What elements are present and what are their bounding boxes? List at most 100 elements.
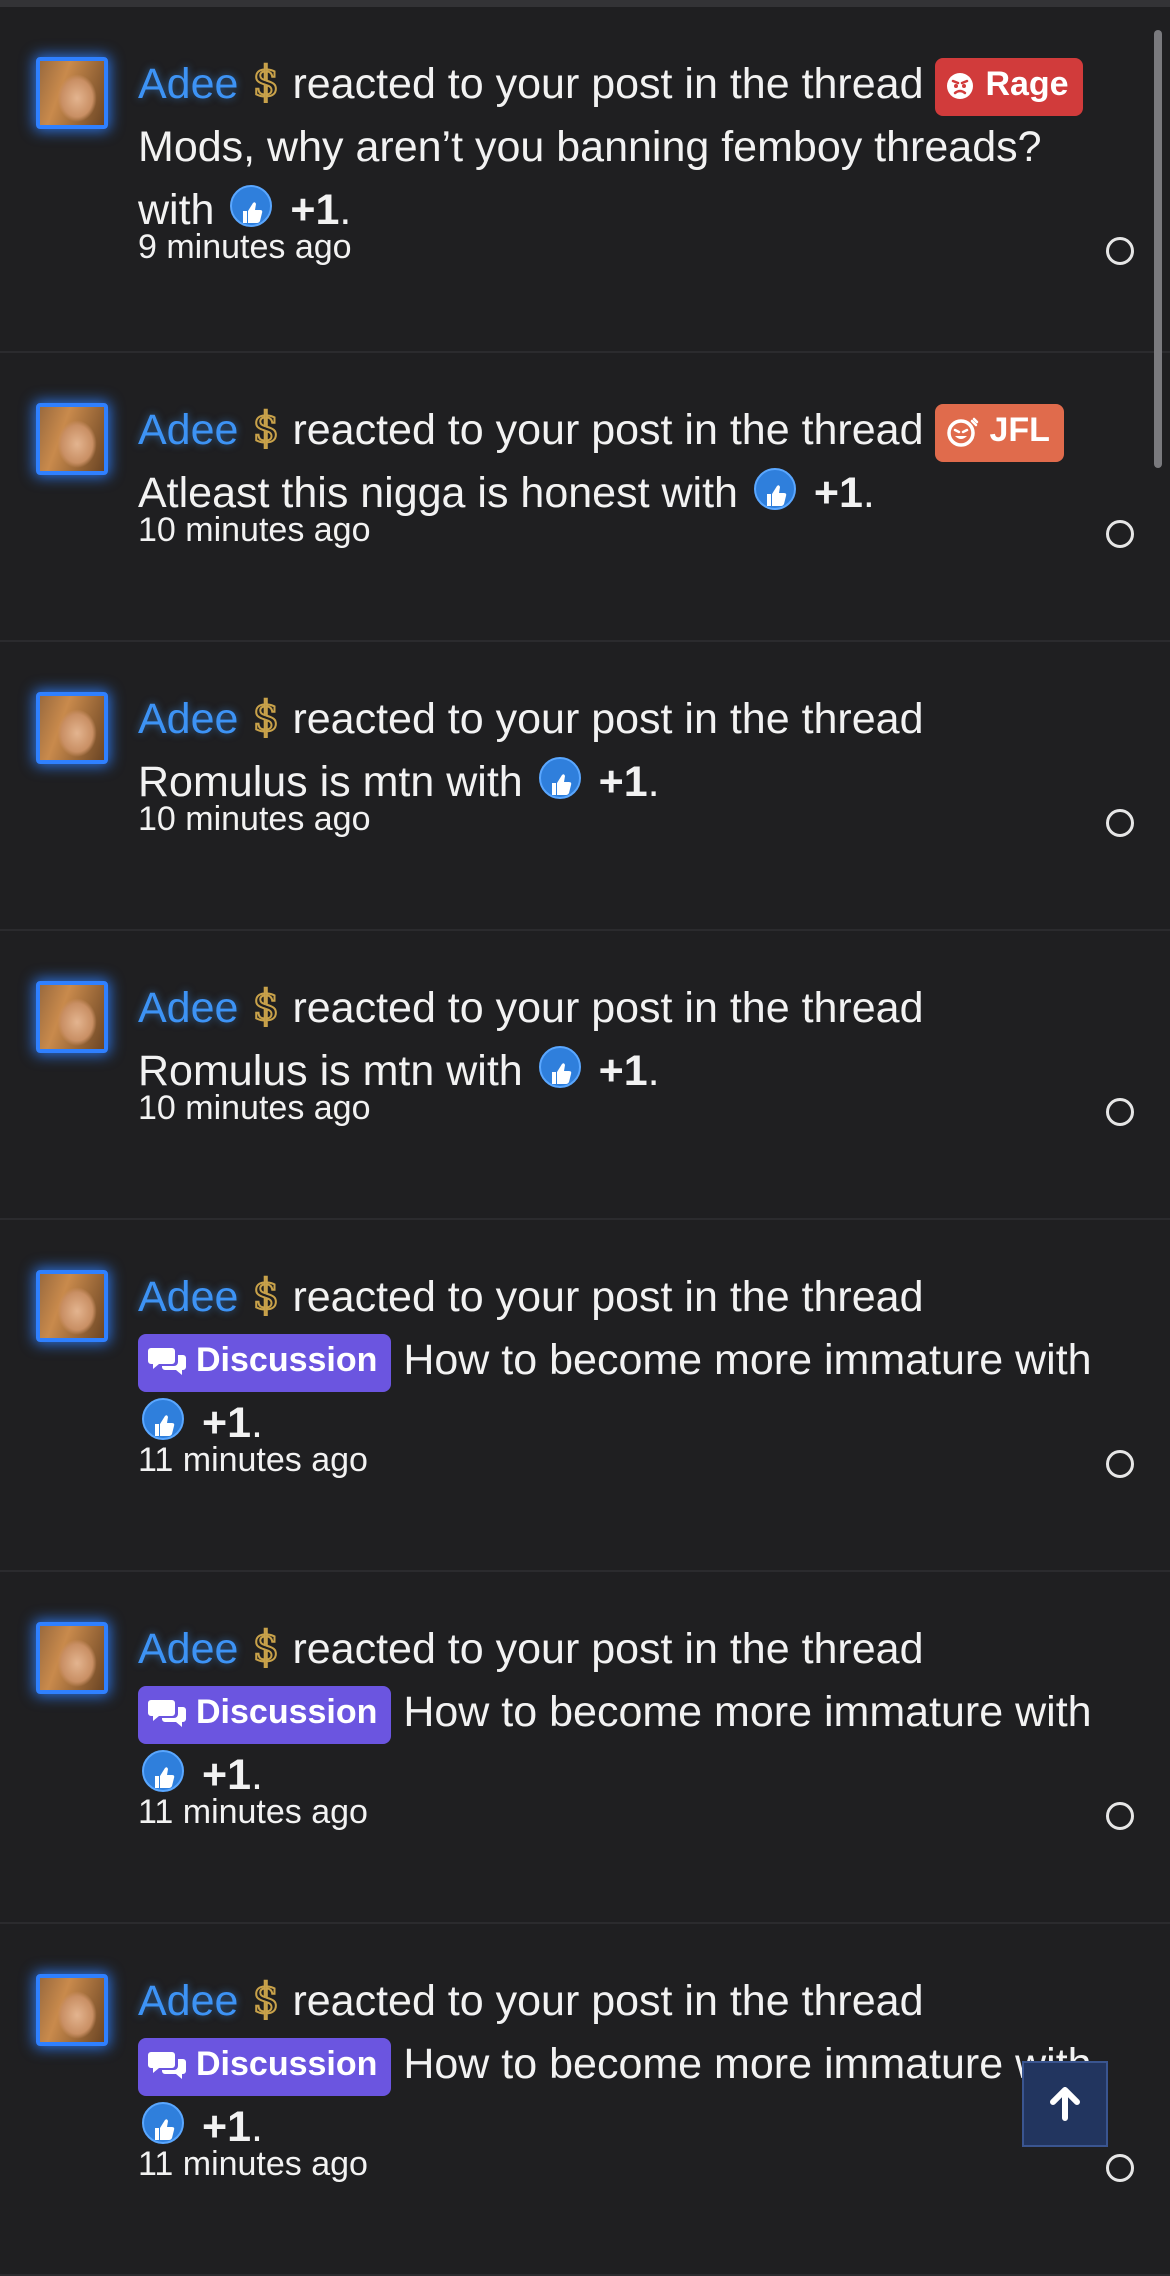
thread-prefix-label: Discussion [196,1341,378,1379]
reaction-like [142,2102,184,2144]
thread-link[interactable]: Discussion How to become more immature [138,1334,1003,1392]
scrollbar[interactable] [1154,30,1162,468]
alert-time[interactable]: 11 minutes ago [138,2144,368,2184]
mark-read-toggle[interactable] [1106,1098,1134,1126]
thread-prefix-label: Rage [985,65,1069,103]
avatar[interactable] [36,403,108,475]
thread-link[interactable]: Discussion How to become more immature [138,1686,1004,1744]
alert-text: Adee $ reacted to your post in the thread … [138,977,1100,1103]
user-banner: $ [250,980,282,1031]
user-banner: $ [250,1973,282,2024]
thumbs-up-icon [551,774,571,795]
alert-text: Adee $ reacted to your post in the thread … [138,1266,1100,1455]
thread-title: Mods, why aren’t you banning femboy thre… [138,123,1042,171]
chat-bubbles-icon [148,2052,186,2079]
alert-text: Adee $ reacted to your post in the thread … [138,1618,1100,1807]
user-banner: $ [250,402,282,453]
chat-bubbles-icon [148,1348,186,1375]
alert-time[interactable]: 9 minutes ago [138,227,352,267]
back-to-top-button[interactable] [1022,2061,1108,2147]
reaction-label: +1 [598,758,648,806]
dollar-sign-icon: $ [252,691,281,742]
thread-prefix-jfl: JFL [935,404,1064,462]
reaction-label: +1 [598,1047,648,1095]
action-text: reacted to your post in the thread [292,1273,924,1321]
user-banner: $ [250,691,282,742]
avatar[interactable] [36,1622,108,1694]
user-banner: $ [250,1621,282,1672]
mark-read-toggle[interactable] [1106,2154,1134,2182]
with-text: with [1015,1336,1092,1384]
avatar[interactable] [36,1974,108,2046]
thread-link[interactable]: Discussion How to become more immature [138,2038,1004,2096]
avatar[interactable] [36,57,108,129]
tag-icon-wrap [945,64,975,116]
action-text: reacted to your post in the thread [292,1625,924,1673]
thread-title: How to become more immature [403,1688,1004,1736]
username-link[interactable]: Adee [138,406,238,454]
alert-item: Adee $ reacted to your post in the thread … [0,931,1170,1220]
alert-time[interactable]: 10 minutes ago [138,510,371,550]
thread-prefix-rage: Rage [935,58,1083,116]
alert-item: Adee $ reacted to your post in the thread … [0,353,1170,642]
username-link[interactable]: Adee [138,984,238,1032]
mark-read-toggle[interactable] [1106,1802,1134,1830]
alert-time[interactable]: 10 minutes ago [138,1088,371,1128]
username-link[interactable]: Adee [138,1273,238,1321]
alert-text: Adee $ reacted to your post in the thread … [138,53,1100,242]
svg-text:$: $ [253,693,280,739]
period: . [647,1047,660,1095]
thread-prefix-label: Discussion [196,2045,378,2083]
mark-read-toggle[interactable] [1106,237,1134,265]
thread-prefix-label: Discussion [196,1693,378,1731]
username-link[interactable]: Adee [138,1625,238,1673]
reaction-label: +1 [813,469,863,517]
avatar[interactable] [36,692,108,764]
username-link[interactable]: Adee [138,695,238,743]
reaction-like [230,185,273,227]
alert-text: Adee $ reacted to your post in the thread … [138,688,1100,814]
mark-read-toggle[interactable] [1106,520,1134,548]
arrow-up-icon [1050,2087,1080,2121]
with-text: with [661,469,738,517]
action-text: reacted to your post in the thread [292,984,924,1032]
dollar-sign-icon: $ [252,1621,281,1672]
avatar[interactable] [36,981,108,1053]
angry-face-icon [947,73,974,99]
reaction-like [142,1750,184,1792]
username-link[interactable]: Adee [138,60,238,108]
thumbs-up-icon [766,485,787,506]
alert-time[interactable]: 11 minutes ago [138,1792,368,1832]
mark-read-toggle[interactable] [1106,1450,1134,1478]
avatar[interactable] [36,1270,108,1342]
with-text: with [446,758,523,806]
alert-item: Adee $ reacted to your post in the thread … [0,1220,1170,1572]
dollar-sign-icon: $ [252,1269,281,1320]
user-banner: $ [250,56,282,107]
svg-text:$: $ [253,982,280,1028]
alert-time[interactable]: 11 minutes ago [138,1440,368,1480]
reaction-like [538,757,581,799]
reaction-like [142,1398,184,1440]
action-text: reacted to your post in the thread [292,406,924,454]
mark-read-toggle[interactable] [1106,809,1134,837]
dollar-sign-icon: $ [252,402,281,453]
action-text: reacted to your post in the thread [292,1977,924,2025]
with-text: with [446,1047,523,1095]
svg-text:$: $ [253,1271,280,1317]
reaction-like [538,1046,581,1088]
dollar-sign-icon: $ [252,1973,281,2024]
tag-icon-wrap [148,1340,186,1392]
alert-item: Adee $ reacted to your post in the thread … [0,1924,1170,2276]
thread-title: How to become more immature [403,2040,1004,2088]
alert-text: Adee $ reacted to your post in the thread … [138,1970,1100,2159]
thread-prefix-discussion: Discussion [138,1334,392,1392]
alert-list: Adee $ reacted to your post in the thread … [0,7,1170,2276]
alert-time[interactable]: 10 minutes ago [138,799,371,839]
period: . [647,758,660,806]
alert-text: Adee $ reacted to your post in the thread … [138,399,1100,525]
chat-bubbles-icon [148,1700,186,1727]
alert-item: Adee $ reacted to your post in the thread … [0,642,1170,931]
with-text: with [1015,1688,1092,1736]
username-link[interactable]: Adee [138,1977,238,2025]
